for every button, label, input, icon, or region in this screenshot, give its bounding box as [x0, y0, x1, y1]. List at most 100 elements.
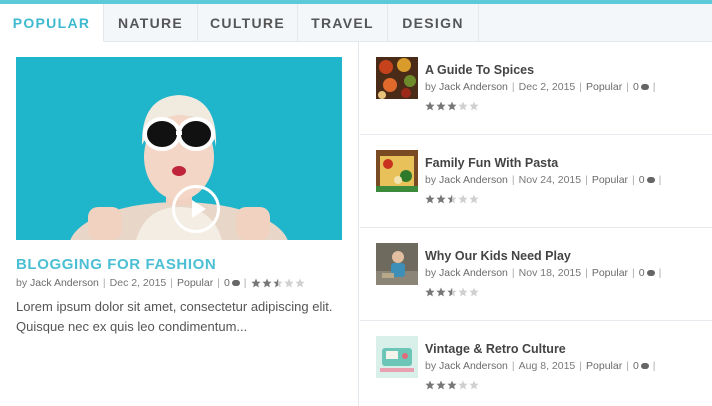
star-icon	[469, 194, 479, 204]
star-icon	[436, 287, 446, 297]
rating-stars	[425, 101, 479, 111]
post-thumbnail[interactable]	[376, 150, 418, 192]
star-icon	[425, 101, 435, 111]
separator: |	[626, 81, 629, 93]
star-icon	[436, 380, 446, 390]
star-icon	[447, 101, 457, 111]
separator: |	[658, 174, 662, 186]
comment-count[interactable]: 0	[639, 267, 645, 279]
post-date: Dec 2, 2015	[518, 81, 576, 93]
author-link[interactable]: Jack Anderson	[439, 360, 508, 372]
star-icon	[250, 278, 261, 288]
post-title[interactable]: Why Our Kids Need Play	[425, 249, 571, 263]
kids-thumbnail-image	[376, 243, 418, 285]
comment-icon	[646, 270, 655, 276]
post-meta: by Jack Anderson | Dec 2, 2015 | Popular…	[425, 81, 660, 93]
post-date: Dec 2, 2015	[109, 277, 167, 289]
star-icon	[425, 287, 435, 297]
post-meta: by Jack Anderson | Aug 8, 2015 | Popular…	[425, 360, 660, 372]
separator: |	[511, 267, 515, 279]
featured-post	[16, 57, 342, 240]
spices-thumbnail-image	[376, 57, 418, 99]
star-icon	[436, 101, 446, 111]
separator: |	[243, 277, 247, 289]
star-icon	[425, 380, 435, 390]
category-link[interactable]: Popular	[592, 174, 628, 186]
pasta-thumbnail-image	[376, 150, 418, 192]
star-icon	[458, 287, 468, 297]
retro-thumbnail-image	[376, 336, 418, 378]
by-label: by	[425, 174, 437, 186]
separator: |	[511, 360, 515, 372]
by-label: by	[425, 267, 437, 279]
category-link[interactable]: Popular	[586, 360, 622, 372]
star-icon	[458, 380, 468, 390]
by-label: by	[425, 360, 437, 372]
featured-excerpt: Lorem ipsum dolor sit amet, consectetur …	[16, 299, 333, 334]
column-divider	[358, 42, 359, 406]
star-icon	[436, 194, 446, 204]
separator: |	[217, 277, 220, 289]
star-icon	[458, 194, 468, 204]
post-title[interactable]: A Guide To Spices	[425, 63, 534, 77]
rating-stars	[250, 278, 305, 288]
post-thumbnail[interactable]	[376, 57, 418, 99]
list-item: Family Fun With Pasta by Jack Anderson |…	[360, 135, 712, 228]
star-icon	[447, 194, 457, 204]
post-title[interactable]: Vintage & Retro Culture	[425, 342, 566, 356]
star-icon	[458, 101, 468, 111]
category-link[interactable]: Popular	[177, 277, 213, 289]
featured-title[interactable]: BLOGGING FOR FASHION	[16, 256, 216, 273]
tab-travel[interactable]: TRAVEL	[298, 4, 388, 42]
separator: |	[579, 81, 582, 93]
post-thumbnail[interactable]	[376, 336, 418, 378]
star-icon	[447, 287, 457, 297]
separator: |	[626, 360, 629, 372]
author-link[interactable]: Jack Anderson	[439, 81, 508, 93]
comment-icon	[231, 280, 240, 286]
rating-stars	[425, 287, 479, 297]
category-link[interactable]: Popular	[592, 267, 628, 279]
comment-count[interactable]: 0	[633, 81, 639, 93]
post-date: Nov 18, 2015	[518, 267, 582, 279]
author-link[interactable]: Jack Anderson	[439, 174, 508, 186]
tab-design[interactable]: DESIGN	[388, 4, 479, 42]
comment-icon	[646, 177, 655, 183]
star-icon	[447, 380, 457, 390]
post-date: Aug 8, 2015	[518, 360, 576, 372]
comment-icon	[640, 363, 649, 369]
post-date: Nov 24, 2015	[518, 174, 582, 186]
tab-culture[interactable]: CULTURE	[198, 4, 298, 42]
rating-stars	[425, 380, 479, 390]
featured-image[interactable]	[16, 57, 342, 240]
separator: |	[579, 360, 583, 372]
by-label: by	[16, 277, 28, 289]
separator: |	[511, 174, 515, 186]
separator: |	[585, 267, 588, 279]
comment-count[interactable]: 0	[639, 174, 645, 186]
star-icon	[294, 278, 305, 288]
rating-stars	[425, 194, 479, 204]
star-icon	[272, 278, 283, 288]
post-meta: by Jack Anderson | Nov 18, 2015 | Popula…	[425, 267, 665, 279]
tab-popular[interactable]: POPULAR	[0, 4, 104, 42]
comment-count[interactable]: 0	[224, 277, 230, 289]
separator: |	[632, 267, 635, 279]
list-item: A Guide To Spices by Jack Anderson | Dec…	[360, 42, 712, 135]
play-icon[interactable]	[172, 185, 220, 233]
category-link[interactable]: Popular	[586, 81, 622, 93]
star-icon	[283, 278, 294, 288]
post-thumbnail[interactable]	[376, 243, 418, 285]
post-title[interactable]: Family Fun With Pasta	[425, 156, 558, 170]
star-icon	[469, 101, 479, 111]
by-label: by	[425, 81, 437, 93]
featured-meta: by Jack Anderson | Dec 2, 2015 | Popular…	[16, 277, 305, 289]
comment-count[interactable]: 0	[633, 360, 639, 372]
author-link[interactable]: Jack Anderson	[30, 277, 99, 289]
separator: |	[585, 174, 588, 186]
separator: |	[632, 174, 635, 186]
tab-nature[interactable]: NATURE	[104, 4, 198, 42]
author-link[interactable]: Jack Anderson	[439, 267, 508, 279]
comment-icon	[640, 84, 649, 90]
separator: |	[511, 81, 515, 93]
